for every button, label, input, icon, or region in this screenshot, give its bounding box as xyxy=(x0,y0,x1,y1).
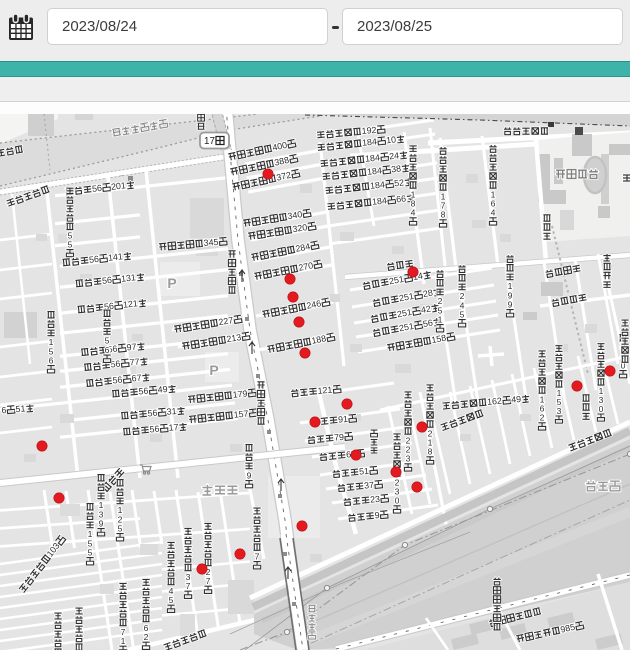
svg-text:5: 5 xyxy=(68,239,73,249)
svg-text:91: 91 xyxy=(338,414,349,425)
svg-text:5: 5 xyxy=(169,595,174,605)
svg-text:56: 56 xyxy=(102,275,113,286)
svg-text:P: P xyxy=(167,275,176,291)
svg-text:1: 1 xyxy=(438,314,443,324)
svg-text:42: 42 xyxy=(420,304,432,316)
svg-text:0: 0 xyxy=(599,404,604,414)
svg-text:77: 77 xyxy=(129,357,140,368)
svg-text:66: 66 xyxy=(396,193,407,204)
svg-text:2: 2 xyxy=(540,413,545,423)
svg-text:31: 31 xyxy=(166,406,177,417)
svg-text:6: 6 xyxy=(105,345,110,355)
svg-text:37: 37 xyxy=(364,480,375,491)
svg-text:23: 23 xyxy=(370,494,381,505)
svg-text:56: 56 xyxy=(112,375,123,386)
svg-text:56: 56 xyxy=(89,254,100,265)
svg-text:38: 38 xyxy=(391,163,402,174)
svg-text:5: 5 xyxy=(88,547,93,557)
svg-text:17: 17 xyxy=(168,422,179,433)
svg-text:56: 56 xyxy=(149,424,160,435)
svg-text:97: 97 xyxy=(126,342,137,353)
svg-text:9: 9 xyxy=(99,518,104,528)
svg-text:49: 49 xyxy=(157,384,168,395)
svg-text:52: 52 xyxy=(394,177,405,188)
svg-text:162: 162 xyxy=(487,396,503,407)
svg-text:8: 8 xyxy=(428,447,433,457)
svg-text:56: 56 xyxy=(147,408,158,419)
svg-text:9: 9 xyxy=(508,299,513,309)
svg-text:3: 3 xyxy=(557,406,562,416)
svg-text:3: 3 xyxy=(406,454,411,464)
svg-text:2: 2 xyxy=(144,632,149,642)
svg-text:192: 192 xyxy=(361,125,377,136)
svg-text:10: 10 xyxy=(386,134,397,145)
svg-text:56: 56 xyxy=(138,386,149,397)
svg-text:56: 56 xyxy=(422,318,434,330)
svg-text:345: 345 xyxy=(203,237,219,248)
svg-text:24: 24 xyxy=(389,150,400,161)
svg-text:7: 7 xyxy=(206,576,211,586)
svg-text:5: 5 xyxy=(460,309,465,319)
svg-text:7: 7 xyxy=(255,551,260,561)
svg-text:184: 184 xyxy=(365,152,381,163)
svg-text:184: 184 xyxy=(367,165,383,176)
svg-text:184: 184 xyxy=(370,179,386,190)
svg-text:157: 157 xyxy=(233,408,249,419)
svg-text:141: 141 xyxy=(108,251,124,262)
svg-text:7: 7 xyxy=(186,581,191,591)
svg-text:179: 179 xyxy=(232,388,248,399)
svg-text:5: 5 xyxy=(118,523,123,533)
svg-text:56: 56 xyxy=(92,183,103,194)
svg-text:28: 28 xyxy=(422,288,434,300)
svg-text:51: 51 xyxy=(15,403,26,414)
svg-text:17: 17 xyxy=(204,136,215,147)
svg-text:0: 0 xyxy=(395,496,400,506)
svg-text:121: 121 xyxy=(317,385,333,396)
svg-text:P: P xyxy=(209,362,218,378)
svg-text:4: 4 xyxy=(491,208,496,218)
svg-text:6: 6 xyxy=(49,355,54,365)
svg-text:8: 8 xyxy=(441,210,446,220)
svg-text:201: 201 xyxy=(111,180,127,191)
svg-text:131: 131 xyxy=(121,272,137,283)
svg-text:184: 184 xyxy=(372,195,388,206)
svg-text:67: 67 xyxy=(131,373,142,384)
svg-text:51: 51 xyxy=(359,466,370,477)
svg-text:79: 79 xyxy=(334,432,345,443)
svg-text:121: 121 xyxy=(123,298,139,309)
svg-text:1: 1 xyxy=(121,636,126,646)
svg-text:184: 184 xyxy=(362,136,378,147)
svg-text:49: 49 xyxy=(511,394,522,405)
svg-text:9: 9 xyxy=(247,470,252,480)
svg-text:4: 4 xyxy=(411,208,416,218)
